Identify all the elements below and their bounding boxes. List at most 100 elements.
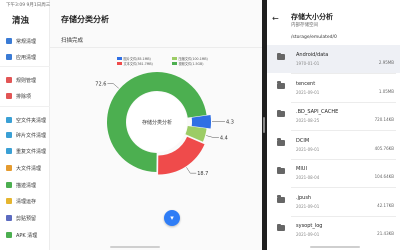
row-divider — [291, 73, 396, 74]
current-path: /storage/emulated/0 — [291, 35, 337, 40]
folder-icon — [277, 138, 285, 146]
row-divider — [291, 187, 396, 188]
rules-icon — [6, 77, 12, 83]
split-handle[interactable] — [263, 117, 265, 133]
sidebar-item[interactable]: 应用清理 — [0, 52, 50, 62]
large-file-icon — [6, 165, 12, 171]
donut-chart: 4.3 4.4 18.7 72.6 存储分类分析 — [95, 72, 234, 177]
file-row[interactable]: DCIM 2021-09-01 405.76KB — [267, 131, 400, 159]
file-row[interactable]: tencent 2021-09-01 1.05MB — [267, 74, 400, 102]
sidebar-divider — [0, 106, 50, 107]
file-size: 42.17KB — [377, 202, 394, 208]
file-row[interactable]: MIUI 2021-08-04 104.64KB — [267, 159, 400, 187]
folder-icon — [277, 166, 285, 174]
sidebar-item[interactable]: 碎片文件清理 — [0, 130, 50, 140]
fragment-icon — [6, 132, 12, 138]
file-date: 2021-08-25 — [296, 118, 320, 123]
file-size: 1.05MB — [378, 88, 394, 94]
leader-line — [107, 83, 119, 89]
sidebar-item[interactable]: 空文件夹清理 — [0, 115, 50, 125]
panel-subtitle: 内部存储空间 — [291, 23, 318, 28]
sidebar-item-label: 排除项 — [16, 93, 32, 100]
broom-icon — [6, 38, 12, 44]
folder-icon — [277, 52, 285, 60]
file-row[interactable]: Android/data 1970-01-01 2.95MB — [267, 45, 400, 73]
folder-icon — [277, 223, 285, 231]
sidebar-item-label: 重复文件清理 — [16, 148, 47, 155]
file-name: MIUI — [296, 166, 307, 172]
slice-label: 72.6 — [95, 82, 106, 88]
sidebar-item-label: 规则管理 — [16, 77, 37, 84]
file-name: sysopt_log — [296, 223, 323, 229]
filter-fab-button[interactable]: ▾ — [164, 210, 180, 226]
sidebar: 清浊 常规清理应用清理规则管理排除项空文件夹清理 碎片文件清理 重复文件清理 大文件清… — [0, 0, 50, 250]
empty-folder-icon — [6, 117, 12, 123]
duplicate-icon — [6, 148, 12, 154]
leader-line — [186, 167, 197, 174]
file-size: 21.43KB — [377, 231, 394, 236]
file-date: 2021-09-01 — [296, 146, 320, 152]
sidebar-item[interactable]: 大文件清理 — [0, 163, 50, 173]
row-divider — [291, 215, 396, 217]
sidebar-item-label: 空文件夹清理 — [16, 117, 47, 124]
filter-icon: ▾ — [170, 214, 174, 222]
file-size: 720.14KB — [374, 117, 394, 122]
exclude-icon — [6, 93, 12, 99]
file-name: .BD_SAPI_CACHE — [296, 109, 339, 115]
file-name: .jpush — [296, 194, 312, 201]
file-date: 2021-09-01 — [296, 203, 320, 209]
status-time: 下午3:09 9月1日周三 — [6, 2, 51, 8]
sidebar-item[interactable]: 排除项 — [0, 91, 50, 101]
file-row[interactable]: sysopt_log 2021-09-01 21.43KB — [267, 216, 400, 244]
file-name: tencent — [296, 80, 316, 87]
file-date: 2021-08-04 — [296, 175, 320, 180]
gesture-bar-right — [310, 246, 360, 248]
panel-title: 存储大小分析 — [291, 13, 333, 21]
clipboard-icon — [6, 215, 12, 221]
main-content: 存储分类分析 扫描完成 图片文件(85.1MB) 压缩文件(100.1MB) 文… — [50, 0, 262, 250]
sidebar-item-label: APK 清理 — [16, 232, 38, 239]
folder-icon — [277, 81, 285, 89]
file-name: Android/data — [296, 52, 329, 58]
row-divider — [291, 101, 396, 103]
arrow-left-icon[interactable]: ← — [272, 14, 279, 23]
file-name: DCIM — [296, 137, 310, 144]
sidebar-item-label: 常规清理 — [16, 38, 37, 45]
folder-icon — [277, 109, 285, 117]
storage-analysis-app: 清浊 常规清理应用清理规则管理排除项空文件夹清理 碎片文件清理 重复文件清理 大文件清… — [0, 0, 262, 250]
donut-slice[interactable] — [191, 115, 211, 129]
folder-icon — [277, 195, 285, 203]
sidebar-item[interactable]: 常规清理 — [0, 36, 50, 46]
status-bar: 下午3:09 9月1日周三 — [0, 0, 400, 8]
sidebar-item[interactable]: 规则管理 — [0, 75, 50, 85]
sidebar-item[interactable]: 描迹清理 — [0, 180, 50, 190]
memory-icon — [6, 198, 12, 204]
sidebar-item-label: 应用清理 — [16, 54, 37, 61]
sidebar-item[interactable]: 重复文件清理 — [0, 146, 50, 156]
apps-icon — [6, 54, 12, 60]
row-divider — [291, 158, 396, 160]
android-icon — [6, 232, 12, 238]
trace-icon — [6, 182, 12, 188]
slice-label: 18.7 — [197, 171, 208, 177]
sidebar-item[interactable]: 剪贴预留 — [0, 213, 50, 223]
slice-label: 4.3 — [226, 120, 234, 126]
slice-label: 4.4 — [220, 135, 228, 141]
sidebar-item-label: 剪贴预留 — [16, 215, 37, 222]
file-row[interactable]: .BD_SAPI_CACHE 2021-08-25 720.14KB — [267, 102, 400, 130]
sidebar-item-label: 大文件清理 — [16, 165, 42, 172]
file-row[interactable]: .jpush 2021-09-01 42.17KB — [267, 188, 400, 216]
gesture-bar-left — [110, 246, 160, 248]
app-brand: 清浊 — [12, 16, 30, 26]
file-date: 2021-09-01 — [296, 232, 320, 237]
sidebar-divider — [0, 66, 50, 67]
row-divider — [291, 130, 396, 131]
sidebar-item-label: 描迹清理 — [16, 182, 37, 189]
sidebar-item-label: 清理运存 — [16, 198, 37, 205]
sidebar-item[interactable]: 清理运存 — [0, 196, 50, 206]
file-size: 104.64KB — [374, 174, 394, 179]
sidebar-item-label: 碎片文件清理 — [16, 132, 47, 139]
file-size: 2.95MB — [378, 60, 394, 65]
sidebar-item[interactable]: APK 清理 — [0, 230, 50, 240]
file-size: 405.76KB — [374, 145, 394, 151]
